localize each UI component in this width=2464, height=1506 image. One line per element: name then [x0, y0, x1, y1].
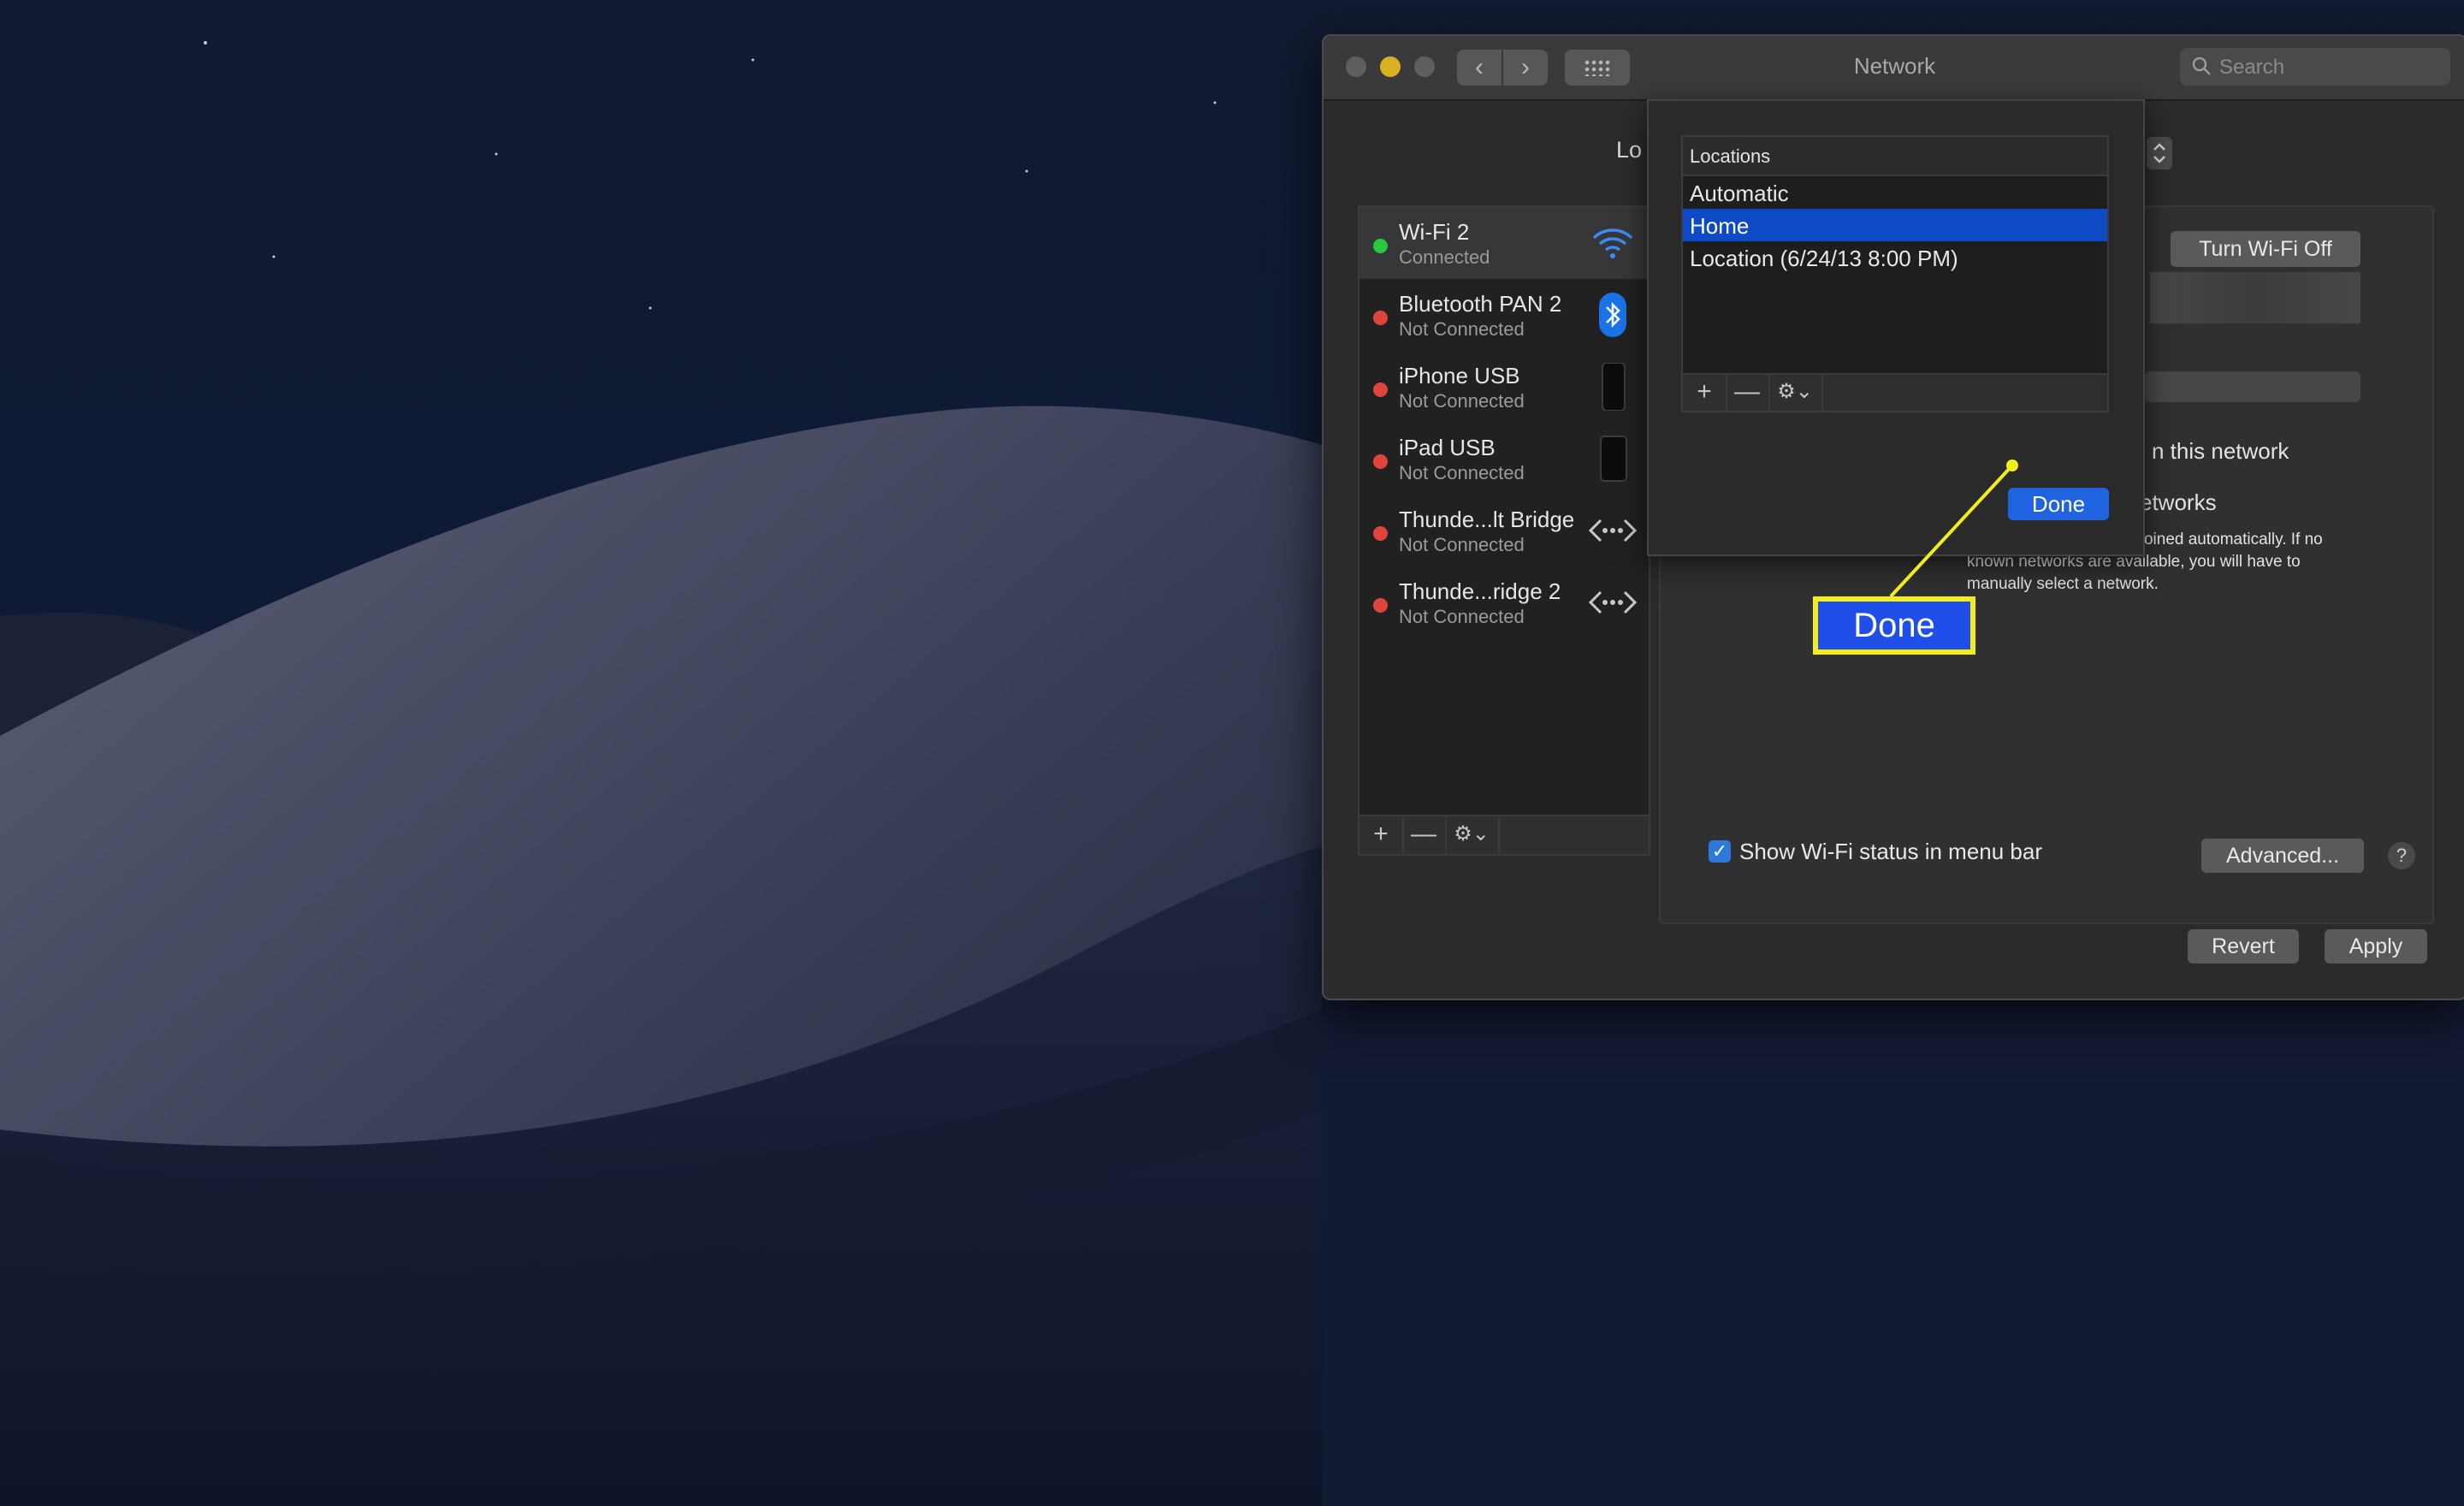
service-name: Wi-Fi 2: [1399, 219, 1470, 245]
network-name-popup[interactable]: [2145, 371, 2360, 402]
add-location-button[interactable]: +: [1683, 375, 1727, 411]
status-dot: [1373, 526, 1388, 541]
title-bar: ‹ › Network Search: [1324, 36, 2464, 101]
turn-wifi-off-button[interactable]: Turn Wi-Fi Off: [2171, 231, 2360, 267]
services-list: Wi-Fi 2 Connected Bluetooth PAN 2 Not Co…: [1358, 205, 1650, 856]
service-wifi-2[interactable]: Wi-Fi 2 Connected: [1359, 207, 1649, 279]
show-wifi-status-label: Show Wi-Fi status in menu bar: [1739, 839, 2043, 864]
service-status: Not Connected: [1399, 534, 1525, 555]
service-status: Not Connected: [1399, 606, 1525, 627]
search-icon: [2192, 56, 2211, 75]
status-dot: [1373, 598, 1388, 613]
search-placeholder: Search: [2219, 56, 2285, 79]
service-iphone-usb[interactable]: iPhone USB Not Connected: [1359, 351, 1649, 423]
checkmark-icon: ✓: [1711, 840, 1728, 862]
thunderbolt-bridge-icon: [1589, 519, 1637, 543]
location-label: Location (6/24/13 8:00 PM): [1690, 246, 1958, 271]
ask-join-network-label: n this network: [2152, 438, 2289, 464]
location-label: Home: [1690, 213, 1750, 239]
remove-location-button[interactable]: —: [1726, 375, 1770, 411]
status-dot: [1373, 311, 1388, 325]
location-item-home[interactable]: Home: [1683, 209, 2107, 241]
service-status: Not Connected: [1399, 390, 1525, 412]
network-preferences-window: ‹ › Network Search Lo Wi-Fi 2 Connected …: [1322, 34, 2464, 1000]
location-label: Lo: [1616, 137, 1643, 163]
service-name: Thunde...lt Bridge: [1399, 507, 1575, 532]
advanced-button[interactable]: Advanced...: [2201, 839, 2364, 873]
locations-list: Locations Automatic Home Location (6/24/…: [1681, 135, 2109, 412]
locations-toolbar: + — ⚙⌄: [1683, 373, 2107, 411]
status-dot: [1373, 239, 1388, 253]
revert-button[interactable]: Revert: [2188, 929, 2299, 963]
location-item-automatic[interactable]: Automatic: [1683, 176, 2107, 209]
help-button[interactable]: ?: [2388, 842, 2415, 869]
status-dot: [1373, 454, 1388, 469]
edit-locations-sheet: Locations Automatic Home Location (6/24/…: [1647, 99, 2145, 556]
location-actions-gear-button[interactable]: ⚙⌄: [1768, 375, 1823, 411]
apply-button[interactable]: Apply: [2325, 929, 2427, 963]
thunderbolt-bridge-icon: [1589, 590, 1637, 614]
service-name: iPhone USB: [1399, 363, 1520, 388]
search-field[interactable]: Search: [2180, 48, 2450, 86]
wifi-icon: [1592, 228, 1633, 258]
add-service-button[interactable]: +: [1359, 816, 1404, 854]
ask-join-networks-label: etworks: [2140, 489, 2217, 515]
service-status: Not Connected: [1399, 462, 1525, 483]
service-thunderbolt-bridge-2[interactable]: Thunde...ridge 2 Not Connected: [1359, 566, 1649, 638]
done-callout-label: Done: [1813, 596, 1975, 655]
iphone-icon: [1602, 363, 1626, 411]
service-name: Thunde...ridge 2: [1399, 578, 1561, 604]
remove-service-button[interactable]: —: [1402, 816, 1447, 854]
location-label: Automatic: [1690, 181, 1789, 206]
services-toolbar: + — ⚙⌄: [1359, 815, 1649, 854]
updown-arrows-icon: [2153, 143, 2165, 163]
location-popup-stepper[interactable]: [2147, 137, 2172, 169]
done-button[interactable]: Done: [2008, 488, 2109, 520]
service-name: Bluetooth PAN 2: [1399, 291, 1562, 317]
bluetooth-icon: [1599, 293, 1626, 337]
blurred-network-name: [2150, 272, 2360, 323]
service-thunderbolt-bridge[interactable]: Thunde...lt Bridge Not Connected: [1359, 495, 1649, 566]
locations-header-label: Locations: [1690, 145, 1771, 167]
ipad-icon: [1600, 436, 1627, 482]
service-status: Connected: [1399, 246, 1490, 268]
service-status: Not Connected: [1399, 318, 1525, 340]
status-dot: [1373, 382, 1388, 397]
service-name: iPad USB: [1399, 435, 1496, 460]
service-bluetooth-pan-2[interactable]: Bluetooth PAN 2 Not Connected: [1359, 279, 1649, 351]
show-wifi-status-checkbox[interactable]: ✓: [1709, 840, 1731, 863]
location-item-dated[interactable]: Location (6/24/13 8:00 PM): [1683, 241, 2107, 274]
service-actions-gear-button[interactable]: ⚙⌄: [1445, 816, 1500, 854]
service-ipad-usb[interactable]: iPad USB Not Connected: [1359, 423, 1649, 495]
locations-header: Locations: [1683, 137, 2107, 176]
